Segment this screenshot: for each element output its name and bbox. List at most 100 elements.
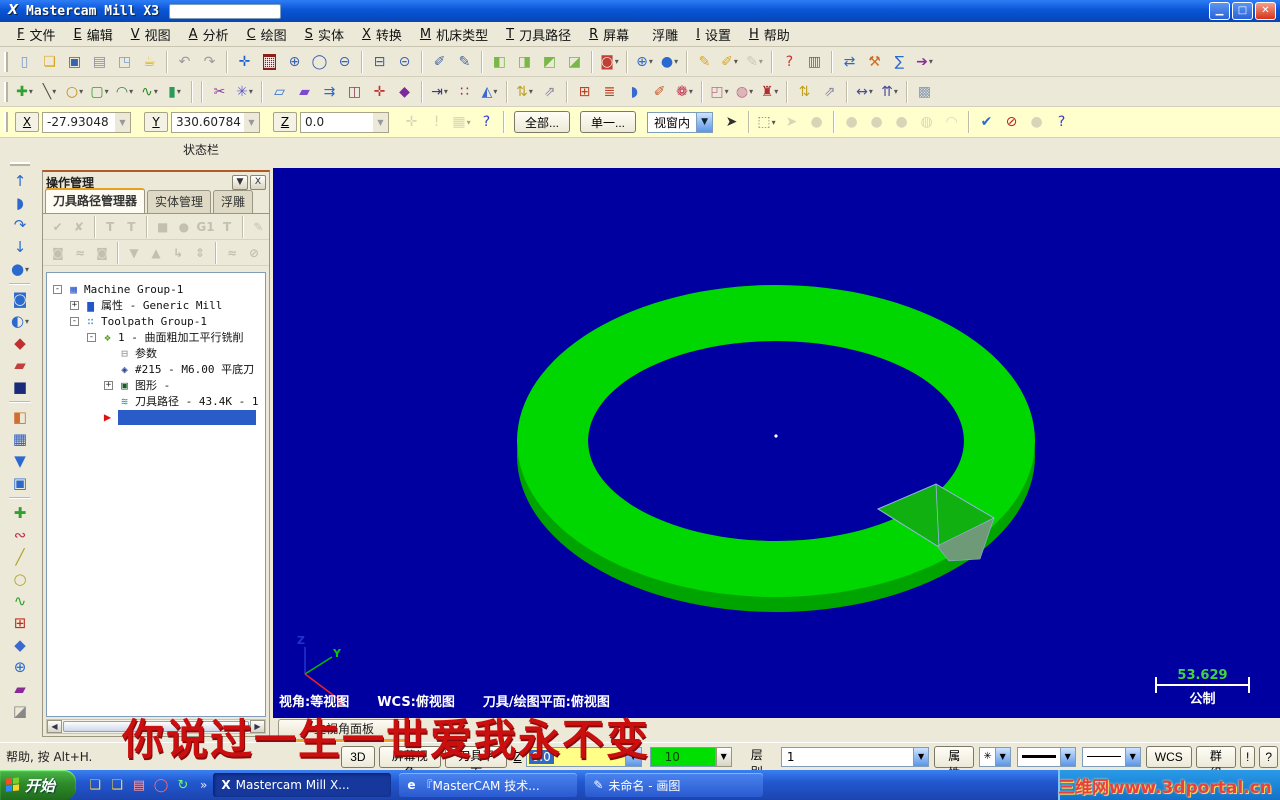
open-file-icon[interactable]: ❏ [38,50,61,73]
close-button[interactable]: ✕ [1255,2,1276,20]
create-plus-icon[interactable]: ✚ [8,502,32,524]
help-icon[interactable]: ? [475,111,498,134]
chevron-down-icon[interactable]: ▼ [715,746,732,767]
ql-folder1-icon[interactable]: ❏ [85,775,105,795]
line-width-combo[interactable]: ▼ [1081,746,1141,767]
solid-grid-icon[interactable]: ▦ [8,428,32,450]
analyze-entity-icon[interactable]: ✐ [428,50,451,73]
select-solid3-icon[interactable]: ● [865,111,888,134]
chevron-more-icon[interactable]: » [200,778,207,792]
dash-arrow-icon[interactable]: ⇗ [818,80,841,103]
menu-view[interactable]: V 视图 [122,23,180,46]
xform-copy-icon[interactable]: ▰ [293,80,316,103]
feed-icon[interactable]: ✎ [249,217,268,237]
chevron-down-icon[interactable]: ▼ [1059,747,1075,766]
line-style-combo[interactable]: ▼ [1016,746,1076,767]
select-solid4-icon[interactable]: ● [890,111,913,134]
solid-primitive-icon[interactable]: ● [8,258,32,280]
zoom-target-icon[interactable]: ▦ [258,50,281,73]
select-single-button[interactable]: 单一... [580,111,637,133]
select-arch-icon[interactable]: ◠ [940,111,963,134]
print-preview-icon[interactable]: ◳ [113,50,136,73]
sigma-icon[interactable]: ∑ [888,50,911,73]
solid-extrude-icon[interactable]: ↑ [8,170,32,192]
tree-operation[interactable]: - ❖ 1 - 曲面粗加工平行铣削 [47,329,265,345]
tree-tool[interactable]: ◈ #215 - M6.00 平底刀 [47,361,265,377]
red-grid-icon[interactable]: ⊞ [8,612,32,634]
select-solid1-icon[interactable]: ● [805,111,828,134]
menu-file[interactable]: F 文件 [8,23,65,46]
nesting-icon[interactable]: ◭ [478,80,501,103]
flower-icon[interactable]: ❁ [673,80,696,103]
config-icon[interactable]: ▦ [450,111,473,134]
tree-machine-group[interactable]: - ▦ Machine Group-1 [47,281,265,297]
xform-wedge-icon[interactable]: ◆ [393,80,416,103]
tree-geometry[interactable]: + ▣ 图形 - [47,377,265,393]
attributes-button[interactable]: 属性 [934,745,975,780]
create-line-icon[interactable]: ╲ [38,80,61,103]
lock-toolpath-icon[interactable]: ◙ [48,243,68,263]
repaint-icon[interactable]: ☕ [138,50,161,73]
insert-arrow-icon[interactable]: ↳ [168,243,188,263]
chevron-down-icon[interactable]: ▼ [244,112,259,132]
move-down-icon[interactable]: ▼ [124,243,144,263]
hide-entity-icon[interactable]: ⇅ [513,80,536,103]
tree-parameters[interactable]: ⊟ 参数 [47,345,265,361]
task-mastercam[interactable]: X Mastercam Mill X... [213,773,392,797]
unhide-icon[interactable]: ⇗ [538,80,561,103]
solid-chamfer-icon[interactable]: ◆ [8,332,32,354]
tree-expander[interactable]: - [53,284,62,294]
menu-solids[interactable]: S 实体 [296,23,353,46]
ribbon-icon[interactable]: ∾ [8,524,32,546]
tree-expander[interactable]: - [70,316,79,326]
scroll-left-button[interactable]: ◀ [47,720,62,733]
purple-square-icon[interactable]: ▰ [8,678,32,700]
span-width-icon[interactable]: ↔ [853,80,876,103]
color-selector[interactable]: 10 ▼ [649,746,732,767]
new-file-icon[interactable]: ▯ [13,50,36,73]
zoom-out-icon[interactable]: ⊖ [333,50,356,73]
tree-expander[interactable]: + [104,380,113,390]
create-point-icon[interactable]: ✚ [13,80,36,103]
redo-icon[interactable]: ↷ [198,50,221,73]
solid-cube-icon[interactable]: ■ [8,376,32,398]
g1-icon[interactable]: G1 [196,217,216,237]
utility-hammer-icon[interactable]: ⚒ [863,50,886,73]
checker-icon[interactable]: ▩ [913,80,936,103]
window-select-combo[interactable]: 视窗内 ▼ [647,111,714,133]
x-coord-button[interactable]: X [15,112,39,132]
menu-edit[interactable]: E 编辑 [65,23,122,46]
minimize-button[interactable]: ▁ [1209,2,1230,20]
chevron-down-icon[interactable]: ▼ [994,747,1010,766]
x-coord-combo[interactable]: -27.93048 ▼ [42,111,131,133]
select-clear-icon[interactable]: ⊘ [1000,111,1023,134]
wcs-button[interactable]: WCS [1145,745,1192,768]
lock-ops-icon[interactable]: ◙ [92,243,112,263]
tree-properties[interactable]: + ▆ 属性 - Generic Mill [47,297,265,313]
tab-toolpath-manager[interactable]: 刀具路径管理器 [45,188,146,213]
line-points-icon[interactable]: ╱ [8,546,32,568]
select-all-ops-icon[interactable]: ✔ [48,217,67,237]
menu-xform[interactable]: X 转换 [353,23,411,46]
point-style-combo[interactable]: ✳ ▼ [979,746,1011,767]
tab-art[interactable]: 浮雕 [213,190,254,213]
whats-this-icon[interactable]: ? [778,50,801,73]
color-bars-icon[interactable]: ▥ [803,50,826,73]
verify-icon[interactable]: ● [174,217,193,237]
chevron-down-icon[interactable]: ▼ [696,112,713,132]
pattern-icon[interactable]: ∷ [453,80,476,103]
backplot-icon[interactable]: ■ [153,217,172,237]
shading-icon[interactable]: ◙ [598,50,621,73]
marquee-icon[interactable]: ⬚ [755,111,778,134]
join-icon[interactable]: ✳ [233,80,256,103]
planes-sphere-icon[interactable]: ● [658,50,681,73]
select-sphere-icon[interactable]: ◍ [915,111,938,134]
ql-browser-icon[interactable]: ◯ [151,775,171,795]
help-button[interactable]: ? [1259,745,1279,768]
view-iso-icon[interactable]: ◧ [488,50,511,73]
autocursor-icon[interactable]: ✛ [400,111,423,134]
groups-button[interactable]: 群组 [1195,745,1236,780]
attributes-multi-pen-icon[interactable]: ✐ [718,50,741,73]
create-fillet-icon[interactable]: ◠ [113,80,136,103]
chevron-down-icon[interactable]: ▼ [373,112,388,132]
